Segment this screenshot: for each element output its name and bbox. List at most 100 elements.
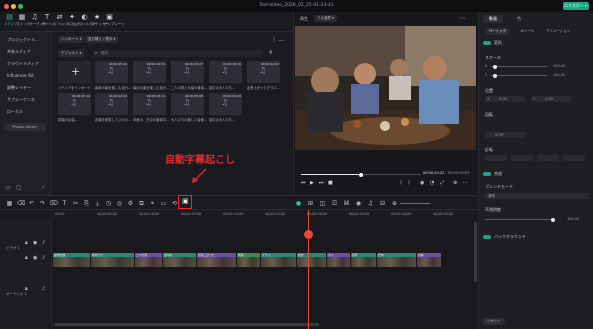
timeline-clip[interactable]: 話中の — [163, 253, 196, 267]
reverse-icon[interactable]: ⟲ — [171, 200, 178, 207]
subtab-basic[interactable]: ベーシック — [485, 28, 510, 35]
search-field[interactable]: ⌕ 検索 — [93, 50, 263, 57]
motion-icon[interactable]: ⌖ — [149, 200, 156, 207]
player-settings-icon[interactable]: ⋯ — [459, 15, 465, 22]
timeline-clip[interactable]: 大人 — [327, 253, 350, 267]
undo-icon[interactable]: ↶ — [28, 200, 35, 207]
toolbar-tab-transition[interactable]: ⇄ トランジション — [54, 14, 79, 27]
tab-color[interactable]: 色 — [509, 15, 529, 23]
auto-caption-button[interactable]: ▣ — [178, 195, 192, 209]
import-media-tile[interactable]: + — [58, 61, 91, 83]
settings-icon[interactable]: ⚙ — [127, 200, 134, 207]
toolbar-tab-audio[interactable]: ♫ オーディオ — [29, 14, 46, 27]
speaker-icon[interactable]: ♪ — [42, 286, 45, 292]
sidebar-item-project-media[interactable]: プロジェクトメ... — [3, 36, 49, 44]
collapse-icon[interactable]: ‹ — [42, 184, 44, 191]
sort-view-dropdown[interactable]: 並び替え / 表示 ▾ — [85, 36, 119, 43]
new-folder-icon[interactable]: ▭ — [5, 184, 11, 191]
play-icon[interactable]: ▶ — [310, 180, 314, 186]
redo-icon[interactable]: ↷ — [39, 200, 46, 207]
toolbar-tab-title[interactable]: T タイトル — [42, 14, 56, 27]
quality-dropdown[interactable]: フル品質 ▾ — [314, 15, 337, 22]
scale-x-value[interactable]: 100.00 — [553, 64, 565, 68]
speaker-icon[interactable]: ♪ — [42, 255, 45, 261]
zoom-in-icon[interactable]: ⊕ — [391, 200, 398, 207]
blend-mode-dropdown[interactable]: 通常 — [485, 193, 589, 199]
sidebar-item-cloud-media[interactable]: クラウドメディア — [3, 60, 49, 68]
zoom-icon[interactable]: ⊕ — [453, 180, 457, 186]
eye-icon[interactable]: ◉ — [33, 255, 37, 261]
media-clip-thumbnail[interactable]: ♫ 00:00:03:27 — [171, 61, 204, 83]
toolbar-tab-template[interactable]: ▣ テンプレート — [104, 14, 125, 27]
import-dropdown[interactable]: インポート ▾ — [58, 36, 85, 43]
freeze-icon[interactable]: ▭ — [160, 200, 167, 207]
group-icon[interactable]: ⧉ — [138, 200, 145, 207]
media-clip-thumbnail[interactable]: ♫ 00:00:06:10 — [209, 61, 242, 83]
media-clip-thumbnail[interactable]: ♫ 00:00:05:02 — [95, 61, 128, 83]
media-clip-thumbnail[interactable]: ♫ 00:00:04:28 — [209, 93, 242, 115]
toolbar-tab-media[interactable]: ▤ メディア — [4, 14, 18, 27]
media-clip-thumbnail[interactable]: ♫ 00:00:05:14 — [58, 93, 91, 115]
transform-toggle[interactable] — [483, 41, 491, 45]
copy-icon[interactable]: ⎘ — [83, 200, 90, 207]
subtab-animation[interactable]: アニメーション — [541, 28, 575, 35]
render-icon[interactable]: ⎚ — [331, 200, 338, 207]
layout-icon[interactable]: ▦ — [6, 200, 13, 207]
lock-icon[interactable]: 🔒︎ — [25, 255, 28, 261]
timeline-clip[interactable]: 食事 — [417, 253, 441, 267]
flip-horizontal-button[interactable] — [485, 155, 507, 161]
snapshot-icon[interactable]: ◉ — [420, 180, 424, 186]
lock-icon[interactable]: 🔒︎ — [25, 286, 28, 292]
stop-icon[interactable]: ■ — [328, 180, 333, 186]
record-icon[interactable]: ● — [295, 200, 302, 207]
scale-x-slider[interactable] — [491, 64, 547, 69]
timeline-clip[interactable]: グラス — [261, 253, 296, 267]
marker-icon[interactable]: ⊞ — [307, 200, 314, 207]
color-icon[interactable]: ◎ — [116, 200, 123, 207]
opacity-value[interactable]: 100.00 — [567, 217, 579, 221]
sidebar-item-shared-media[interactable]: 共有メディア — [3, 48, 49, 56]
compositing-toggle[interactable] — [483, 172, 491, 176]
zoom-out-icon[interactable]: ⊟ — [379, 200, 386, 207]
toolbar-tab-effects[interactable]: ✦ エフェクト — [67, 14, 85, 27]
reset-button[interactable]: リセット — [483, 318, 505, 325]
speaker-icon[interactable]: ♪ — [42, 240, 45, 246]
keyframe-icon[interactable]: ⌘ — [343, 200, 350, 207]
opacity-slider[interactable] — [485, 217, 555, 222]
ai-icon[interactable]: ◉ — [355, 200, 362, 207]
scale-y-value[interactable]: 100.00 — [553, 73, 565, 77]
split-icon[interactable]: ✂ — [72, 200, 79, 207]
scale-y-slider[interactable] — [491, 73, 547, 78]
timeline-clip[interactable]: 初めての — [91, 253, 134, 267]
timeline-vertical-scrollbar[interactable] — [474, 222, 477, 282]
toolbar-tab-stock[interactable]: ▦ ストック — [17, 14, 31, 27]
playhead-handle[interactable] — [304, 230, 313, 239]
rotate-right-button[interactable] — [563, 155, 585, 161]
filter-icon[interactable]: ⚲ — [269, 50, 273, 56]
media-clip-thumbnail[interactable]: ♫ 00:00:04:20 — [95, 93, 128, 115]
crop-icon[interactable]: ⤓ — [94, 200, 101, 207]
player-more-icon[interactable]: ⋯ — [463, 180, 468, 186]
lock-icon[interactable]: 🔒︎ — [25, 240, 28, 246]
video-preview[interactable] — [295, 26, 476, 150]
sidebar-item-influencer-kit[interactable]: Influencer Kit — [3, 72, 49, 80]
position-x-field[interactable]: X 0.00 — [485, 96, 525, 102]
audio-mix-icon[interactable]: ♫ — [367, 200, 374, 207]
timeline-clip[interactable]: 日中 — [377, 253, 416, 267]
snap-icon[interactable]: ◫ — [319, 200, 326, 207]
folder-icon[interactable]: ▢ — [16, 184, 22, 191]
timeline-clip[interactable]: 出来上がった — [197, 253, 236, 267]
mark-in-icon[interactable]: ⟨ — [400, 180, 402, 186]
media-clip-thumbnail[interactable]: ♫ 00:00:04:02 — [247, 61, 280, 83]
toolbar-tab-sticker[interactable]: ★ ステッカー — [92, 14, 110, 27]
timeline-clip[interactable]: 会食 — [297, 253, 326, 267]
default-sort-dropdown[interactable]: デフォルト ▾ — [58, 50, 85, 57]
text-icon[interactable]: T — [61, 200, 68, 207]
fullscreen-icon[interactable]: ⤢ — [440, 180, 444, 186]
speed-icon[interactable]: ◷ — [105, 200, 112, 207]
delete-icon[interactable]: ⌫ — [17, 200, 25, 207]
more-options-icon[interactable]: … — [278, 36, 284, 43]
sidebar-item-adjustment-layer[interactable]: 調整レイヤー — [3, 84, 49, 92]
rotation-field[interactable]: 0.00° — [485, 132, 525, 138]
volume-icon[interactable]: ◔ — [430, 180, 434, 186]
